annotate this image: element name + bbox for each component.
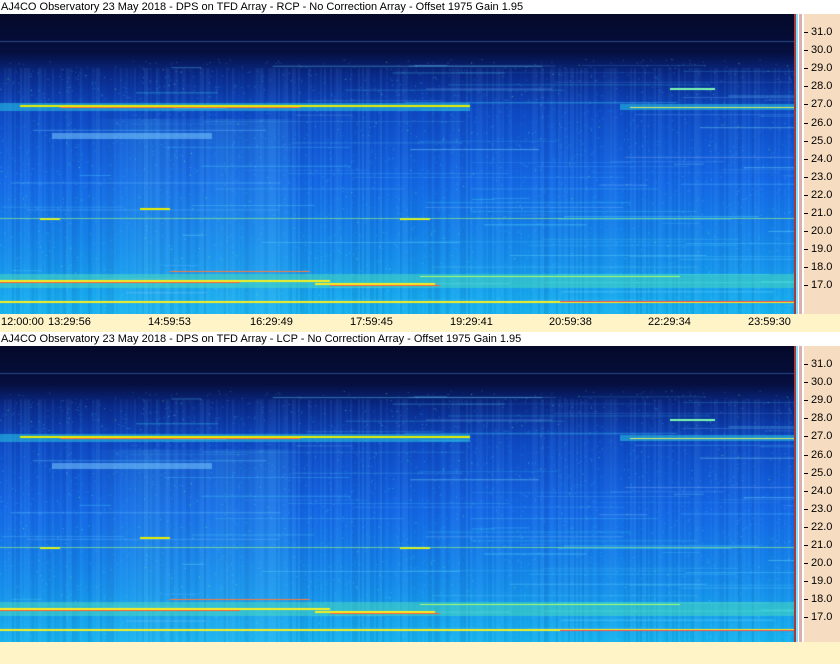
- tick-mark: [804, 285, 808, 287]
- tick-label: 25.0: [811, 466, 833, 479]
- tick-label: 28.0: [811, 80, 833, 93]
- tick-mark: [804, 472, 808, 474]
- lcp-frequency-scale: 31.0 30.0 29.0 28.0 27.0 26.0 25.0 24.0 23.0 22.0…: [804, 346, 840, 642]
- tick-label: 27.0: [811, 98, 833, 111]
- tick-mark: [804, 436, 808, 438]
- tick-label: 25.0: [811, 134, 833, 147]
- tick-mark: [804, 581, 808, 583]
- tick-label: 21.0: [811, 207, 833, 219]
- tick-mark: [804, 249, 808, 251]
- tick-mark: [804, 176, 808, 178]
- tick-mark: [804, 364, 808, 365]
- tick-label: 19.0: [811, 243, 833, 256]
- tick-label: 28.0: [811, 412, 833, 425]
- time-label: 12:00:00: [1, 316, 44, 328]
- tick-label: 20.0: [811, 557, 833, 570]
- tick-mark: [804, 158, 808, 160]
- tick-label: 20.0: [811, 225, 833, 238]
- tick-mark: [804, 231, 808, 233]
- tick-label: 22.0: [811, 520, 833, 533]
- tick-mark: [804, 140, 808, 142]
- tick-mark: [804, 526, 808, 528]
- tick-label: 17.0: [811, 279, 833, 292]
- tick-mark: [804, 213, 808, 214]
- tick-label: 26.0: [811, 116, 833, 129]
- tick-label: 26.0: [811, 448, 833, 461]
- tick-label: 23.0: [811, 170, 833, 183]
- tick-label: 31.0: [811, 26, 833, 38]
- tick-mark: [804, 563, 808, 565]
- tick-mark: [804, 32, 808, 33]
- tick-mark: [804, 545, 808, 546]
- lcp-spectrogram: [0, 346, 794, 642]
- tick-mark: [804, 68, 808, 70]
- tick-label: 27.0: [811, 430, 833, 443]
- tick-label: 30.0: [811, 44, 833, 57]
- tick-label: 31.0: [811, 358, 833, 370]
- rcp-frequency-scale: 31.0 30.0 29.0 28.0 27.0 26.0 25.0 24.0 23.0 22.0…: [804, 14, 840, 314]
- tick-mark: [804, 382, 808, 384]
- tick-mark: [804, 86, 808, 88]
- tick-label: 30.0: [811, 376, 833, 389]
- time-label: 17:59:45: [350, 316, 393, 328]
- rcp-spectrogram: [0, 14, 794, 314]
- tick-mark: [804, 490, 808, 492]
- time-label: 20:59:38: [549, 316, 592, 328]
- tick-mark: [804, 122, 808, 124]
- tick-mark: [804, 400, 808, 402]
- tick-mark: [804, 267, 808, 269]
- bottom-axis-bar: [0, 642, 840, 664]
- tick-mark: [804, 50, 808, 52]
- time-axis: 12:00:00 13:29:56 14:59:53 16:29:49 17:59:45…: [0, 314, 840, 332]
- tick-label: 22.0: [811, 188, 833, 201]
- tick-label: 21.0: [811, 539, 833, 551]
- top-panel-title: AJ4CO Observatory 23 May 2018 - DPS on T…: [0, 0, 793, 14]
- tick-mark: [804, 454, 808, 456]
- tick-label: 24.0: [811, 152, 833, 165]
- tick-mark: [804, 194, 808, 196]
- time-label: 14:59:53: [148, 316, 191, 328]
- tick-label: 18.0: [811, 261, 833, 274]
- time-label: 13:29:56: [48, 316, 91, 328]
- time-label: 22:29:34: [648, 316, 691, 328]
- tick-mark: [804, 599, 808, 601]
- tick-mark: [804, 617, 808, 619]
- tick-label: 18.0: [811, 593, 833, 606]
- tick-mark: [804, 418, 808, 420]
- tick-label: 17.0: [811, 611, 833, 624]
- tick-mark: [804, 104, 808, 106]
- time-label: 16:29:49: [250, 316, 293, 328]
- tick-mark: [804, 508, 808, 510]
- tick-label: 24.0: [811, 484, 833, 497]
- rcp-edge-strip: [794, 14, 802, 314]
- tick-label: 29.0: [811, 394, 833, 407]
- time-label: 19:29:41: [450, 316, 493, 328]
- bottom-panel-title: AJ4CO Observatory 23 May 2018 - DPS on T…: [0, 332, 793, 346]
- tick-label: 23.0: [811, 502, 833, 515]
- tick-label: 19.0: [811, 575, 833, 588]
- lcp-edge-strip: [794, 346, 802, 642]
- time-label: 23:59:30: [748, 316, 791, 328]
- tick-label: 29.0: [811, 62, 833, 75]
